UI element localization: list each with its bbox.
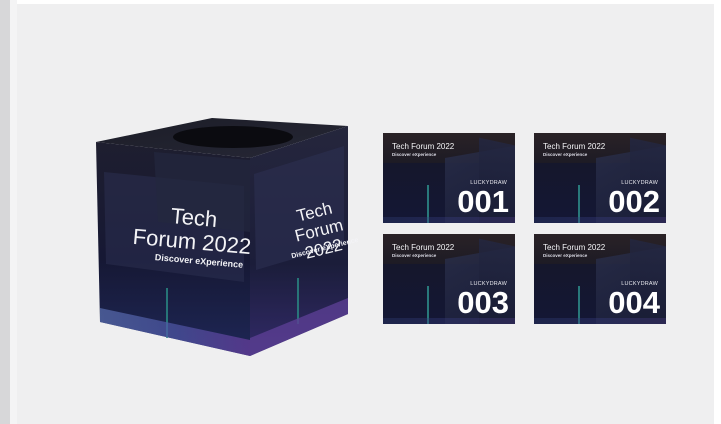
card-subtitle: Discover eXperience xyxy=(392,152,437,157)
lucky-draw-card-004: Tech Forum 2022 Discover eXperience LUCK… xyxy=(534,234,666,324)
card-number: 004 xyxy=(608,285,660,320)
card-number: 001 xyxy=(457,184,509,219)
lucky-draw-box: Tech Forum 2022 Discover eXperience Tech… xyxy=(94,112,359,362)
card-number: 003 xyxy=(457,285,509,320)
box-slot-opening xyxy=(173,126,293,148)
card-subtitle: Discover eXperience xyxy=(392,253,437,258)
card-subtitle: Discover eXperience xyxy=(543,152,588,157)
card-number: 002 xyxy=(608,184,660,219)
left-sidebar-strip xyxy=(0,0,10,424)
card-subtitle: Discover eXperience xyxy=(543,253,588,258)
lucky-draw-card-003: Tech Forum 2022 Discover eXperience LUCK… xyxy=(383,234,515,324)
card-title: Tech Forum 2022 xyxy=(543,142,606,151)
left-gutter xyxy=(10,0,17,424)
card-title: Tech Forum 2022 xyxy=(543,243,606,252)
lucky-draw-card-002: Tech Forum 2022 Discover eXperience LUCK… xyxy=(534,133,666,223)
lucky-draw-card-001: Tech Forum 2022 Discover eXperience LUCK… xyxy=(383,133,515,223)
preview-canvas: Tech Forum 2022 Discover eXperience Tech… xyxy=(17,4,714,424)
card-title: Tech Forum 2022 xyxy=(392,243,455,252)
card-title: Tech Forum 2022 xyxy=(392,142,455,151)
